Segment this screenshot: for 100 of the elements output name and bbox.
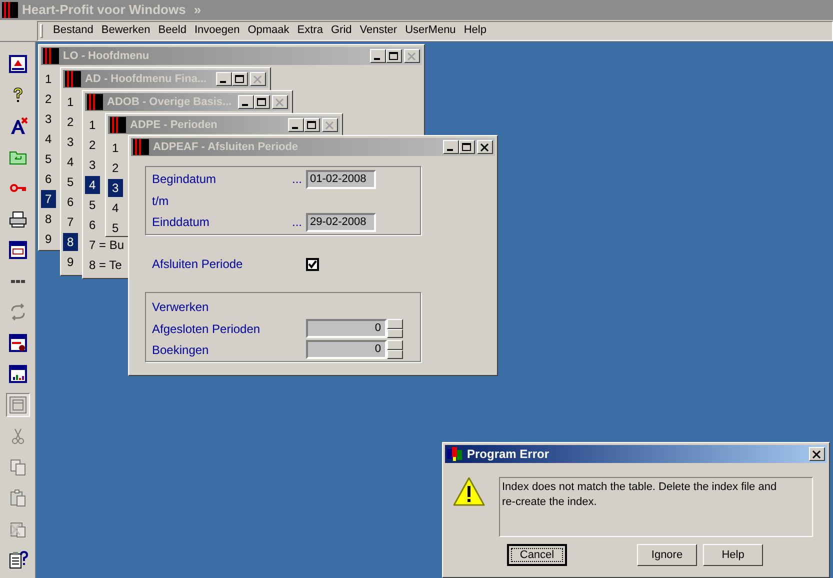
menu-option[interactable]: 4 xyxy=(63,153,78,171)
lookup-dots[interactable]: ... xyxy=(292,213,306,231)
menu-option[interactable]: 1 xyxy=(63,93,78,111)
close-button[interactable] xyxy=(809,447,825,461)
menu-option[interactable]: 6 xyxy=(85,216,100,234)
minimize-button[interactable] xyxy=(238,95,254,109)
menu-option[interactable]: 2 xyxy=(85,136,100,154)
checkbox-label: Afsluiten Periode xyxy=(152,256,244,273)
minimize-icon xyxy=(242,104,248,106)
minimize-icon xyxy=(220,81,226,83)
menu-option[interactable]: 5 xyxy=(108,219,123,237)
dialog-button[interactable]: Help xyxy=(703,544,763,566)
maximize-button[interactable] xyxy=(386,49,402,63)
app-logo-icon xyxy=(87,94,103,110)
window-title: ADPE - Perioden xyxy=(130,118,218,133)
close-icon xyxy=(275,98,285,106)
menu-option[interactable]: 5 xyxy=(85,196,100,214)
minimize-icon xyxy=(374,58,380,60)
group-title: Verwerken xyxy=(152,299,210,316)
app-logo-icon xyxy=(133,139,149,155)
close-icon xyxy=(812,450,822,458)
maximize-button[interactable] xyxy=(304,118,320,132)
menu-option[interactable]: 2 xyxy=(41,90,56,108)
minimize-button[interactable] xyxy=(288,118,304,132)
menu-option[interactable]: 4 xyxy=(85,176,100,194)
menu-item[interactable]: Opmaak xyxy=(244,22,294,39)
menu-option[interactable]: 2 xyxy=(108,159,123,177)
window-title: ADPEAF - Afsluiten Periode xyxy=(153,140,300,155)
checkbox[interactable] xyxy=(306,258,319,270)
menu-item[interactable]: Help xyxy=(460,22,490,39)
close-icon xyxy=(253,74,263,84)
menu-option[interactable]: 7 xyxy=(41,190,56,208)
menu-option[interactable]: 9 xyxy=(41,230,56,248)
maximize-icon xyxy=(307,120,317,130)
window-icon xyxy=(8,240,28,260)
menu-option[interactable]: 6 xyxy=(41,170,56,188)
paste-icon xyxy=(8,488,28,508)
window-lock-icon xyxy=(8,333,28,353)
date-field[interactable]: 01-02-2008 xyxy=(306,170,376,188)
menu-option[interactable]: 3 xyxy=(63,133,78,151)
warning-icon xyxy=(453,477,485,507)
chart-window-icon xyxy=(8,364,28,384)
printer-icon xyxy=(8,209,28,229)
number-field[interactable]: 0 xyxy=(306,319,387,338)
menu-option[interactable]: 7 = Bu xyxy=(85,236,128,254)
minimize-button[interactable] xyxy=(216,72,232,86)
menu-item[interactable]: UserMenu xyxy=(401,22,460,39)
menu-option[interactable]: 4 xyxy=(41,130,56,148)
maximize-icon xyxy=(235,74,245,84)
menu-item[interactable]: Beeld xyxy=(154,22,190,39)
menu-option[interactable]: 9 xyxy=(63,253,78,271)
menu-option[interactable]: 1 xyxy=(41,70,56,88)
menu-option[interactable]: 8 xyxy=(63,233,78,251)
spinner[interactable] xyxy=(387,340,403,359)
app-logo-icon xyxy=(110,117,126,133)
window-title: LO - Hoofdmenu xyxy=(63,48,150,64)
menu-option[interactable]: 3 xyxy=(85,156,100,174)
menu-option[interactable]: 8 xyxy=(41,210,56,228)
dialog-button[interactable]: Ignore xyxy=(637,544,697,566)
number-field[interactable]: 0 xyxy=(306,340,387,359)
minimize-button[interactable] xyxy=(370,49,386,63)
maximize-icon xyxy=(462,142,472,152)
menu-item[interactable]: Venster xyxy=(356,22,402,39)
menu-item[interactable]: Bestand xyxy=(49,22,98,39)
close-icon xyxy=(480,142,490,152)
menu-item[interactable]: Grid xyxy=(326,22,356,39)
menu-item[interactable]: Extra xyxy=(293,22,327,39)
menu-option[interactable]: 4 xyxy=(108,199,123,217)
minimize-button[interactable] xyxy=(443,140,459,154)
app-logo-icon xyxy=(43,48,59,64)
field-label: Einddatum xyxy=(152,214,210,231)
menu-option[interactable]: 8 = Te xyxy=(85,256,126,274)
field-label: Boekingen xyxy=(152,342,210,358)
minimize-icon xyxy=(447,149,453,151)
menu-item[interactable]: Bewerken xyxy=(97,22,154,39)
menu-option[interactable]: 1 xyxy=(85,116,100,134)
menu-option[interactable]: 1 xyxy=(108,139,123,157)
close-icon xyxy=(407,52,417,60)
close-button[interactable] xyxy=(477,140,493,154)
date-field[interactable]: 29-02-2008 xyxy=(306,212,376,232)
menu-option[interactable]: 7 xyxy=(63,213,78,231)
field-label: Begindatum xyxy=(152,171,218,188)
menu-option[interactable]: 6 xyxy=(63,193,78,211)
menu-option[interactable]: 3 xyxy=(41,110,56,128)
chevron-text: » xyxy=(194,1,202,20)
menu-option[interactable]: 2 xyxy=(63,113,78,131)
maximize-icon xyxy=(389,52,399,60)
app-logo-icon xyxy=(65,71,81,87)
lookup-dots[interactable]: ... xyxy=(292,170,306,188)
maximize-button[interactable] xyxy=(459,140,475,154)
maximize-button[interactable] xyxy=(232,72,248,86)
menu-option[interactable]: 3 xyxy=(108,179,123,197)
spinner[interactable] xyxy=(387,319,403,338)
menu-option[interactable]: 5 xyxy=(63,173,78,191)
maximize-button[interactable] xyxy=(254,95,270,109)
error-message: Index does not match the table. Delete the index file and re-create the index. xyxy=(502,480,778,510)
menu-item[interactable]: Invoegen xyxy=(190,22,244,39)
dialog-button[interactable]: Cancel xyxy=(507,544,567,566)
close-icon xyxy=(325,120,335,130)
menu-option[interactable]: 5 xyxy=(41,150,56,168)
